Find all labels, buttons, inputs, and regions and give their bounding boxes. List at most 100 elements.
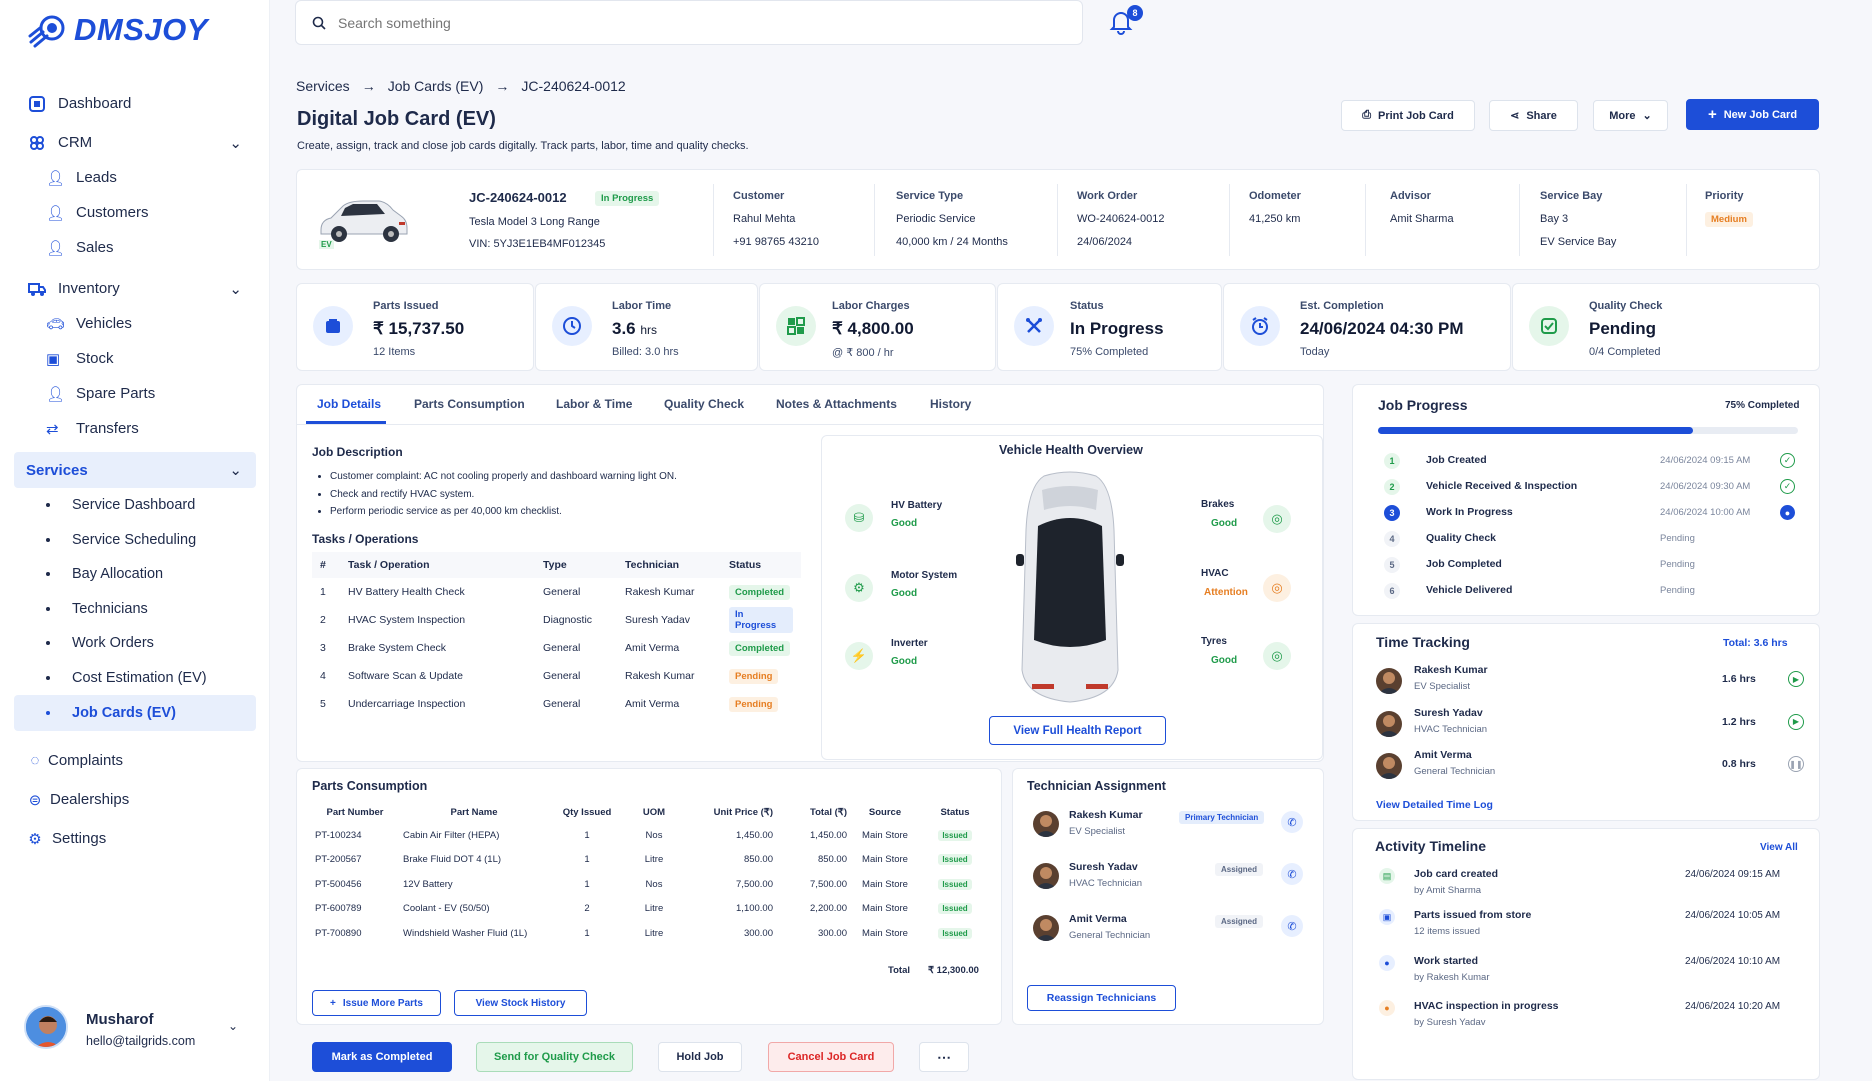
more-button[interactable]: More ⌄ [1593, 100, 1668, 131]
sidebar-item-crm[interactable]: CRM ⌄ [14, 125, 256, 160]
column-header: Source [868, 806, 902, 818]
sidebar-item-dealerships[interactable]: ⊜ Dealerships [14, 782, 256, 817]
page-subtitle: Create, assign, track and close job card… [297, 140, 749, 152]
sidebar-item-service-scheduling[interactable]: Service Scheduling [14, 523, 256, 558]
reassign-technicians-button[interactable]: Reassign Technicians [1027, 985, 1176, 1011]
tab-parts-consumption[interactable]: Parts Consumption [414, 397, 525, 411]
print-job-card-button[interactable]: ⎙ Print Job Card [1341, 100, 1475, 131]
activity-item: ● HVAC inspection in progress by Suresh Ya… [1375, 999, 1805, 1039]
table-header-row: # Task / Operation Type Technician Statu… [312, 552, 801, 578]
phone-icon[interactable]: ✆ [1281, 915, 1303, 937]
view-stock-history-button[interactable]: View Stock History [454, 990, 587, 1016]
health-item-name: HV Battery [891, 500, 943, 511]
status-badge: Issued [938, 854, 972, 866]
share-button[interactable]: ⋖ Share [1489, 100, 1578, 131]
technician-row[interactable]: Rakesh Kumar EV Specialist Primary Technic… [1027, 805, 1312, 857]
phone-icon[interactable]: ✆ [1281, 863, 1303, 885]
sidebar-item-stock[interactable]: ▣ Stock [14, 341, 256, 376]
step-time: 24/06/2024 09:30 AM [1660, 481, 1751, 492]
play-icon[interactable]: ▶ [1788, 671, 1804, 687]
ev-tag: EV [319, 240, 334, 249]
cell: Litre [644, 927, 664, 939]
activity-time: 24/06/2024 10:10 AM [1685, 956, 1781, 967]
sidebar-item-sales[interactable]: 👤︎ Sales [14, 230, 256, 265]
search-input[interactable] [338, 14, 938, 31]
divider [874, 184, 875, 256]
new-job-card-button[interactable]: + New Job Card [1686, 99, 1819, 130]
cell: Main Store [862, 829, 908, 841]
step-time: Pending [1660, 533, 1695, 544]
alarm-icon [1240, 306, 1280, 346]
activity-item: ▤ Job card created by Amit Sharma 24/06/202… [1375, 867, 1805, 907]
sidebar-item-vehicles[interactable]: 🚗︎ Vehicles [14, 306, 256, 341]
health-item-status: Good [891, 656, 918, 667]
chevron-down-icon: ⌄ [1642, 110, 1652, 122]
box-icon: ▣ [1379, 909, 1395, 925]
sidebar-item-dashboard[interactable]: Dashboard [14, 86, 256, 121]
sidebar-item-complaints[interactable]: ◌ Complaints [14, 743, 256, 778]
breadcrumb-job-cards[interactable]: Job Cards (EV) [388, 78, 484, 94]
table-row[interactable]: PT-600789 Coolant - EV (50/50) 2 Litre 1,100… [311, 897, 991, 922]
tab-labor-time[interactable]: Labor & Time [556, 397, 632, 411]
technician-row[interactable]: Suresh Yadav HVAC Technician Assigned ✆ [1027, 857, 1312, 909]
cell: Pending [721, 690, 801, 718]
breadcrumb-services[interactable]: Services [296, 78, 350, 94]
sidebar-item-service-dashboard[interactable]: Service Dashboard [14, 488, 256, 523]
view-health-report-button[interactable]: View Full Health Report [989, 716, 1166, 745]
activity-view-all-link[interactable]: View All [1760, 842, 1798, 853]
sidebar-item-spare-parts[interactable]: 👤︎ Spare Parts [14, 376, 256, 411]
table-row[interactable]: PT-500456 12V Battery 1 Nos 7,500.00 7,500.00… [311, 872, 991, 897]
table-row[interactable]: PT-700890 Windshield Washer Fluid (1L) 1 Li… [311, 921, 991, 946]
table-row[interactable]: 5 Undercarriage Inspection General Amit Ver… [312, 690, 801, 718]
sidebar-item-technicians[interactable]: Technicians [14, 592, 256, 627]
pause-icon[interactable]: ❚❚ [1788, 756, 1804, 772]
search-bar[interactable] [295, 0, 1083, 45]
tab-quality-check[interactable]: Quality Check [664, 397, 744, 411]
chevron-down-icon: ⌄ [229, 134, 242, 152]
table-row[interactable]: 2 HVAC System Inspection Diagnostic Suresh … [312, 606, 801, 634]
send-quality-check-button[interactable]: Send for Quality Check [476, 1042, 633, 1072]
tab-history[interactable]: History [930, 397, 971, 411]
sidebar-item-cost-estimation[interactable]: Cost Estimation (EV) [14, 661, 256, 696]
sidebar-item-label: Service Scheduling [72, 531, 197, 548]
stat-sub: Today [1300, 346, 1330, 358]
cell: Windshield Washer Fluid (1L) [403, 927, 528, 939]
time-tracking-row[interactable]: Suresh Yadav HVAC Technician 1.2 hrs ▶ [1376, 707, 1806, 750]
cancel-job-card-button[interactable]: Cancel Job Card [768, 1042, 894, 1072]
table-row[interactable]: 4 Software Scan & Update General Rakesh Kum… [312, 662, 801, 690]
hold-job-button[interactable]: Hold Job [658, 1042, 742, 1072]
sidebar-item-bay-allocation[interactable]: Bay Allocation [14, 557, 256, 592]
technician-name: Amit Verma [1069, 913, 1127, 925]
breadcrumb-current: JC-240624-0012 [521, 78, 626, 94]
sidebar-item-inventory[interactable]: Inventory ⌄ [14, 271, 256, 306]
progress-step: 6 Vehicle Delivered Pending [1378, 581, 1798, 607]
phone-icon[interactable]: ✆ [1281, 811, 1303, 833]
progress-steps: 1 Job Created 24/06/2024 09:15 AM ✓ 2 Vehicle… [1378, 451, 1798, 607]
table-row[interactable]: PT-100234 Cabin Air Filter (HEPA) 1 Nos 1,45… [311, 823, 991, 848]
table-row[interactable]: 1 HV Battery Health Check General Rakesh Ku… [312, 578, 801, 606]
tab-job-details[interactable]: Job Details [317, 397, 381, 411]
time-tracking-row[interactable]: Rakesh Kumar EV Specialist 1.6 hrs ▶ [1376, 664, 1806, 707]
step-number: 6 [1384, 583, 1400, 599]
sidebar-item-transfers[interactable]: ⇄ Transfers [14, 411, 256, 446]
tab-notes-attachments[interactable]: Notes & Attachments [776, 397, 897, 411]
issue-more-parts-button[interactable]: + Issue More Parts [312, 990, 441, 1016]
mark-completed-button[interactable]: Mark as Completed [312, 1042, 452, 1072]
sidebar-item-leads[interactable]: 👤︎ Leads [14, 160, 256, 195]
sidebar-item-customers[interactable]: 👤︎ Customers [14, 195, 256, 230]
time-tracking-row[interactable]: Amit Verma General Technician 0.8 hrs ❚❚ [1376, 749, 1806, 792]
view-time-log-link[interactable]: View Detailed Time Log [1376, 799, 1493, 811]
technician-row[interactable]: Amit Verma General Technician Assigned ✆ [1027, 909, 1312, 961]
table-row[interactable]: 3 Brake System Check General Amit Verma Comp… [312, 634, 801, 662]
sidebar-item-settings[interactable]: ⚙ Settings [14, 821, 256, 856]
play-icon[interactable]: ▶ [1788, 713, 1804, 730]
table-row[interactable]: PT-200567 Brake Fluid DOT 4 (1L) 1 Litre 850… [311, 848, 991, 873]
sidebar-item-job-cards[interactable]: Job Cards (EV) [14, 695, 256, 731]
sidebar-item-work-orders[interactable]: Work Orders [14, 626, 256, 661]
status-badge: In Progress [729, 607, 793, 633]
cell: 2,200.00 [810, 903, 847, 915]
more-actions-button[interactable]: ⋯ [919, 1042, 969, 1072]
brand-logo[interactable]: DMSJOY [28, 12, 208, 48]
sidebar-item-services[interactable]: Services ⌄ [14, 452, 256, 488]
user-profile[interactable]: Musharof hello@tailgrids.com ⌄ [24, 1003, 246, 1049]
